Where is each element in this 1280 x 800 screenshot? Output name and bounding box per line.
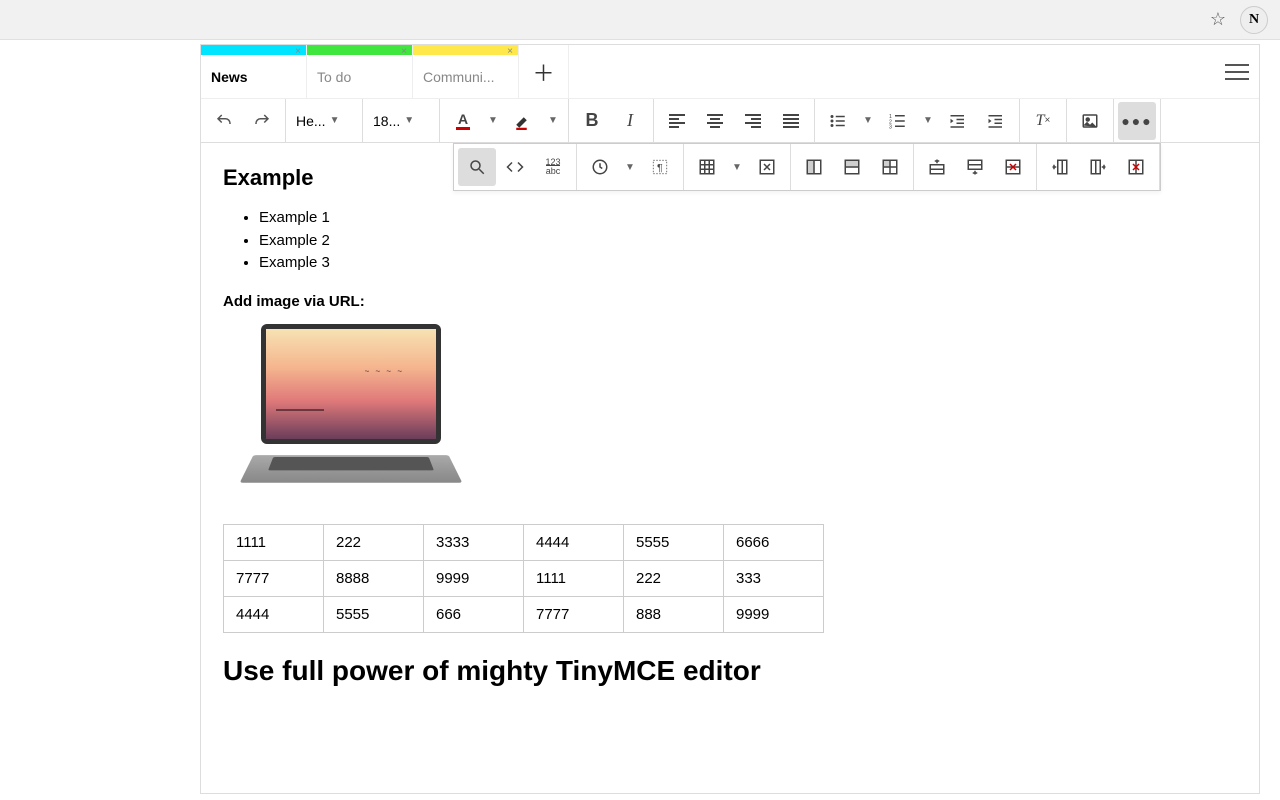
chevron-down-icon: ▼: [548, 115, 558, 126]
more-button[interactable]: ●●●: [1118, 102, 1156, 140]
heading-example: Example: [223, 165, 1237, 191]
heading-select-label: He...: [296, 113, 326, 129]
tab-strip: × News × To do × Communi... ＋: [201, 45, 1259, 99]
browser-chrome-bar: ☆ N: [0, 0, 1280, 40]
list-item: Example 2: [259, 230, 1237, 253]
extension-badge[interactable]: N: [1240, 6, 1268, 34]
menu-icon[interactable]: [1225, 59, 1249, 85]
laptop-image: ~ ~ ~ ~: [235, 324, 475, 504]
chevron-down-icon: ▼: [488, 115, 498, 126]
bullet-list-button[interactable]: [819, 102, 857, 140]
tab-todo[interactable]: × To do: [307, 45, 413, 98]
tab-label: To do: [317, 69, 351, 85]
subheading-add-image: Add image via URL:: [223, 293, 1237, 310]
highlight-color-dropdown[interactable]: ▼: [542, 102, 564, 140]
chevron-down-icon: ▼: [404, 115, 414, 126]
table-row: 11112223333444455556666: [224, 524, 824, 560]
clear-format-button[interactable]: T×: [1024, 102, 1062, 140]
align-justify-button[interactable]: [772, 102, 810, 140]
svg-text:3: 3: [889, 124, 892, 130]
tab-communication[interactable]: × Communi...: [413, 45, 519, 98]
fontsize-select-label: 18...: [373, 113, 400, 129]
tab-color-bar: [201, 45, 306, 55]
tab-label: News: [211, 69, 248, 85]
app-window: × News × To do × Communi... ＋ He... ▼ 18.…: [200, 44, 1260, 794]
bullet-list-dropdown[interactable]: ▼: [857, 102, 879, 140]
list-item: Example 1: [259, 207, 1237, 230]
list-item: Example 3: [259, 252, 1237, 275]
text-color-button[interactable]: A: [444, 102, 482, 140]
table-row: 4444555566677778889999: [224, 596, 824, 632]
bookmark-star-icon[interactable]: ☆: [1210, 9, 1226, 30]
align-right-button[interactable]: [734, 102, 772, 140]
outdent-button[interactable]: [939, 102, 977, 140]
editor-toolbar: He... ▼ 18... ▼ A ▼ ▼ B I ▼ 123 ▼: [201, 99, 1259, 143]
redo-button[interactable]: [243, 102, 281, 140]
insert-image-button[interactable]: [1071, 102, 1109, 140]
heading-tinymce: Use full power of mighty TinyMCE editor: [223, 655, 1237, 687]
align-center-button[interactable]: [696, 102, 734, 140]
extension-letter: N: [1249, 12, 1259, 28]
add-tab-button[interactable]: ＋: [519, 45, 569, 98]
chevron-down-icon: ▼: [330, 115, 340, 126]
undo-button[interactable]: [205, 102, 243, 140]
tab-label: Communi...: [423, 69, 495, 85]
numbered-list-button[interactable]: 123: [879, 102, 917, 140]
example-list: Example 1 Example 2 Example 3: [259, 207, 1237, 275]
table-row: 7777888899991111222333: [224, 560, 824, 596]
align-left-button[interactable]: [658, 102, 696, 140]
tab-color-bar: [307, 45, 412, 55]
data-table: 11112223333444455556666 7777888899991111…: [223, 524, 824, 633]
italic-button[interactable]: I: [611, 102, 649, 140]
bold-button[interactable]: B: [573, 102, 611, 140]
tab-news[interactable]: × News: [201, 45, 307, 98]
heading-select[interactable]: He... ▼: [290, 102, 358, 140]
indent-button[interactable]: [977, 102, 1015, 140]
tab-color-bar: [413, 45, 518, 55]
editor-content[interactable]: Example Example 1 Example 2 Example 3 Ad…: [201, 143, 1259, 709]
highlight-color-button[interactable]: [504, 102, 542, 140]
numbered-list-dropdown[interactable]: ▼: [917, 102, 939, 140]
fontsize-select[interactable]: 18... ▼: [367, 102, 435, 140]
text-color-dropdown[interactable]: ▼: [482, 102, 504, 140]
